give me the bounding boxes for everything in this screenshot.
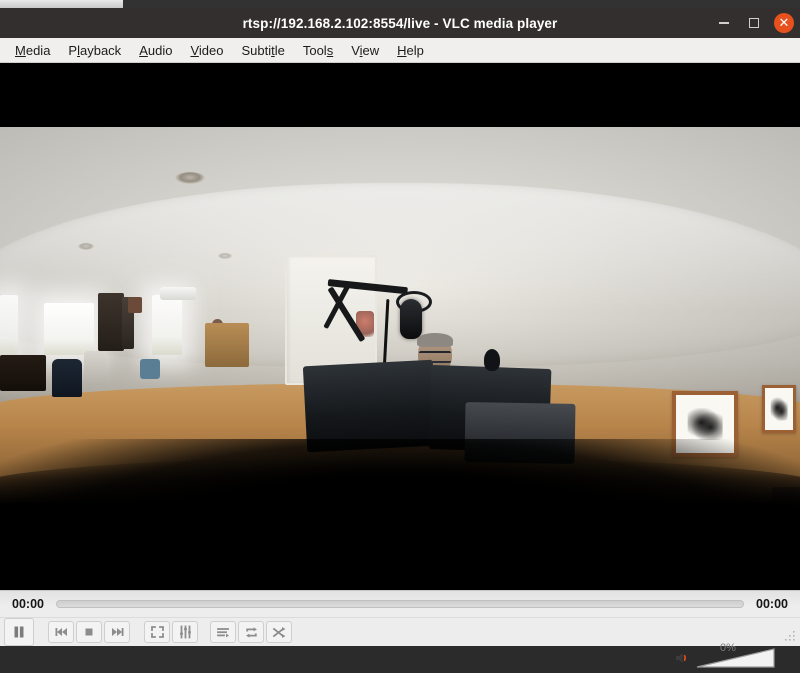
maximize-icon: [749, 18, 759, 28]
stop-icon: [85, 628, 93, 636]
menu-item-help[interactable]: Help: [388, 41, 433, 60]
control-panel: 00:00 00:00 0%: [0, 590, 800, 668]
close-button[interactable]: ✕: [774, 13, 794, 33]
menu-item-tools[interactable]: Tools: [294, 41, 342, 60]
minimize-icon: [719, 22, 729, 24]
resize-grip-icon[interactable]: [783, 629, 797, 643]
elapsed-time: 00:00: [12, 597, 44, 611]
stop-button[interactable]: [76, 621, 102, 643]
pause-icon: [14, 626, 24, 638]
person-hair: [417, 333, 453, 347]
menu-item-view[interactable]: View: [342, 41, 388, 60]
fullscreen-button[interactable]: [144, 621, 170, 643]
window-controls: ✕: [714, 8, 794, 38]
close-icon: ✕: [774, 13, 794, 33]
playlist-button[interactable]: [210, 621, 236, 643]
foreground-dark-mass: [0, 439, 800, 527]
seek-slider[interactable]: [56, 600, 744, 608]
microphone: [400, 299, 422, 339]
calligraphy-ink: [687, 408, 723, 440]
previous-icon: [55, 628, 67, 636]
titlebar[interactable]: rtsp://192.168.2.102:8554/live - VLC med…: [0, 8, 800, 38]
window-light: [44, 303, 94, 355]
vlc-window: rtsp://192.168.2.102:8554/live - VLC med…: [0, 0, 800, 668]
chair: [52, 359, 82, 397]
mute-button[interactable]: [674, 650, 690, 666]
ceiling-light: [218, 253, 232, 259]
minimize-button[interactable]: [714, 13, 734, 33]
desktop-background-strip: [123, 0, 800, 8]
wooden-cabinet: [205, 323, 249, 367]
loop-icon: [245, 626, 257, 638]
menu-item-audio[interactable]: Audio: [130, 41, 181, 60]
maximize-button[interactable]: [744, 13, 764, 33]
seek-row: 00:00 00:00: [0, 591, 800, 618]
previous-button[interactable]: [48, 621, 74, 643]
menu-item-media[interactable]: Media: [6, 41, 59, 60]
view-group: [144, 621, 198, 643]
framed-calligraphy: [762, 385, 796, 433]
webcam: [484, 349, 500, 371]
chair: [84, 351, 106, 385]
equalizer-sliders-icon: [179, 625, 191, 639]
extended-settings-button[interactable]: [172, 621, 198, 643]
air-conditioner: [160, 287, 196, 300]
storage-bin: [140, 359, 160, 379]
calligraphy-ink: [770, 397, 788, 421]
loop-button[interactable]: [238, 621, 264, 643]
volume-triangle-icon: [696, 648, 775, 668]
menubar: Media Playback Audio Video Subtitle Tool…: [0, 38, 800, 63]
video-frame: [0, 127, 800, 527]
window-title: rtsp://192.168.2.102:8554/live - VLC med…: [242, 15, 558, 31]
shuffle-icon: [272, 626, 285, 638]
random-button[interactable]: [266, 621, 292, 643]
playlist-group: [210, 621, 292, 643]
dining-table: [0, 355, 46, 391]
next-icon: [111, 628, 123, 636]
volume-control: 0%: [674, 642, 776, 673]
window-light: [152, 295, 182, 355]
menu-item-video[interactable]: Video: [181, 41, 232, 60]
speaker-muted-icon: [676, 653, 686, 663]
window-light: [0, 295, 18, 357]
menu-item-subtitle[interactable]: Subtitle: [232, 41, 293, 60]
ceiling-light: [175, 172, 205, 184]
play-pause-button[interactable]: [4, 618, 34, 646]
total-time: 00:00: [756, 597, 788, 611]
playlist-icon: [216, 627, 229, 637]
volume-slider[interactable]: 0%: [696, 642, 776, 669]
skip-group: [48, 621, 130, 643]
fullscreen-icon: [150, 626, 164, 638]
next-button[interactable]: [104, 621, 130, 643]
ceiling-light: [78, 243, 94, 250]
transport-buttons: 0%: [0, 617, 800, 668]
menu-item-playback[interactable]: Playback: [59, 41, 130, 60]
bookshelf: [98, 293, 124, 351]
wall-picture: [128, 297, 142, 313]
video-output[interactable]: [0, 63, 800, 590]
